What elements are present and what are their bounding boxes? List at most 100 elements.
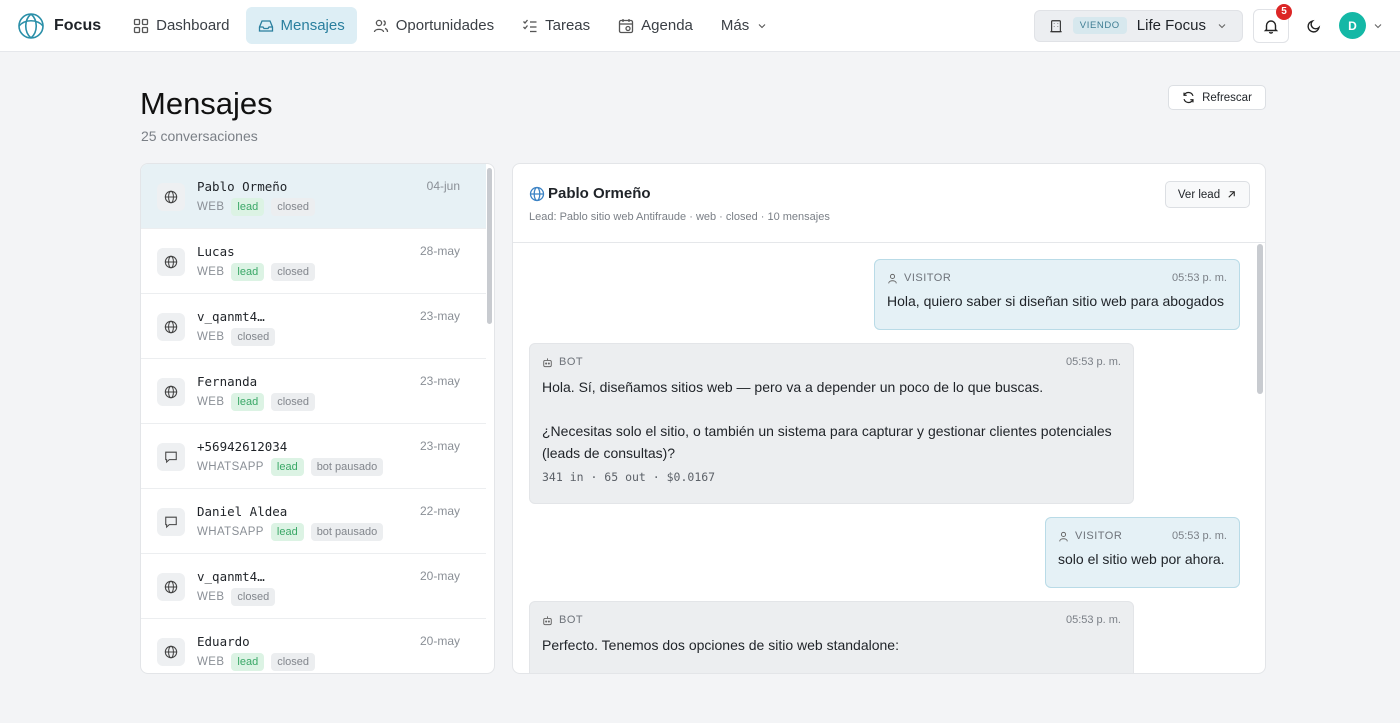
channel-label: WEB bbox=[197, 266, 225, 278]
notifications-button[interactable]: 5 bbox=[1253, 3, 1292, 43]
conversation-item[interactable]: v_qanmt4… WEB closed 23-may bbox=[141, 294, 486, 359]
bot-icon bbox=[543, 357, 552, 367]
status-tag: closed bbox=[271, 393, 315, 411]
conversation-item[interactable]: Fernanda WEB lead closed 23-may bbox=[141, 359, 486, 424]
nav-mensajes[interactable]: Mensajes bbox=[245, 7, 357, 44]
chat-icon bbox=[157, 443, 185, 471]
lead-tag: lead bbox=[231, 653, 265, 671]
channel-label: WEB bbox=[197, 591, 225, 603]
user-menu[interactable]: D bbox=[1339, 12, 1384, 39]
nav-agenda[interactable]: Agenda bbox=[606, 7, 705, 44]
focus-logo-icon bbox=[18, 12, 44, 39]
workspace-selector[interactable]: VIENDO Life Focus bbox=[1033, 9, 1243, 42]
nav-mas-label: Más bbox=[720, 17, 750, 34]
conversation-list-panel: Pablo Ormeño WEB lead closed 04-jun Luca… bbox=[140, 163, 495, 674]
external-arrow-icon bbox=[1228, 191, 1235, 198]
workspace-name: Life Focus bbox=[1136, 17, 1206, 34]
lead-tag: lead bbox=[231, 198, 265, 216]
message-bot: BOT 05:53 p. m. Hola. Sí, diseñamos siti… bbox=[529, 343, 1134, 504]
message-time: 05:53 p. m. bbox=[1171, 272, 1227, 284]
calendar-icon bbox=[619, 18, 634, 33]
conversation-item[interactable]: Pablo Ormeño WEB lead closed 04-jun bbox=[141, 164, 486, 229]
message-text: Perfecto. Tenemos dos opciones de sitio … bbox=[542, 637, 899, 653]
chat-title: Pablo Ormeño bbox=[529, 185, 651, 202]
conversation-date: 23-may bbox=[419, 309, 460, 323]
conversation-date: 23-may bbox=[419, 374, 460, 388]
viewing-badge: VIENDO bbox=[1072, 17, 1127, 34]
message-role: VISITOR bbox=[1075, 530, 1123, 542]
nav-mas[interactable]: Más bbox=[709, 7, 780, 44]
channel-label: WEB bbox=[197, 656, 225, 668]
view-lead-label: Ver lead bbox=[1177, 188, 1221, 201]
conversation-list-scrollbar[interactable] bbox=[487, 168, 492, 324]
main-nav: Dashboard Mensajes Oportunidades Tareas … bbox=[121, 7, 780, 44]
nav-oportunidades[interactable]: Oportunidades bbox=[361, 7, 506, 44]
channel-label: WEB bbox=[197, 201, 225, 213]
conversation-item[interactable]: +56942612034 WHATSAPP lead bot pausado 2… bbox=[141, 424, 486, 489]
lead-tag: lead bbox=[270, 458, 304, 476]
conversation-date: 20-may bbox=[419, 569, 460, 583]
view-lead-button[interactable]: Ver lead bbox=[1165, 181, 1250, 208]
message-time: 05:53 p. m. bbox=[1065, 356, 1121, 368]
chevron-down-icon bbox=[1218, 23, 1226, 28]
bell-icon bbox=[1263, 19, 1279, 34]
conversation-date: 28-may bbox=[419, 244, 460, 258]
top-navbar: Focus Dashboard Mensajes Oportunidades T… bbox=[0, 0, 1400, 52]
chat-contact-name: Pablo Ormeño bbox=[548, 185, 651, 202]
status-tag: bot pausado bbox=[310, 458, 384, 476]
brand-name: Focus bbox=[54, 16, 102, 34]
conversation-item[interactable]: Eduardo WEB lead closed 20-may bbox=[141, 619, 486, 673]
chat-icon bbox=[157, 508, 185, 536]
status-tag: closed bbox=[231, 588, 276, 606]
nav-tareas-label: Tareas bbox=[545, 17, 591, 34]
message-bot: BOT 05:53 p. m. Perfecto. Tenemos dos op… bbox=[529, 601, 1134, 673]
globe-icon bbox=[157, 183, 185, 211]
nav-oportunidades-label: Oportunidades bbox=[395, 17, 495, 34]
refresh-button[interactable]: Refrescar bbox=[1168, 85, 1266, 110]
message-role: VISITOR bbox=[904, 272, 952, 284]
conversation-count: 25 conversaciones bbox=[141, 128, 258, 144]
globe-icon bbox=[157, 378, 185, 406]
message-visitor: VISITOR 05:53 p. m. solo el sitio web po… bbox=[1045, 517, 1240, 588]
notification-count-badge: 5 bbox=[1276, 3, 1292, 20]
avatar: D bbox=[1339, 12, 1366, 39]
globe-icon bbox=[157, 313, 185, 341]
token-usage: 341 in · 65 out · $0.0167 bbox=[542, 470, 716, 484]
brand[interactable]: Focus bbox=[16, 11, 101, 41]
chevron-down-icon bbox=[758, 23, 766, 28]
nav-tareas[interactable]: Tareas bbox=[510, 7, 602, 44]
chat-scrollbar[interactable] bbox=[1257, 244, 1263, 394]
message-time: 05:53 p. m. bbox=[1171, 530, 1227, 542]
conversation-date: 20-may bbox=[419, 634, 460, 648]
lead-tag: lead bbox=[231, 263, 265, 281]
conversation-item[interactable]: Daniel Aldea WHATSAPP lead bot pausado 2… bbox=[141, 489, 486, 554]
page-title: Mensajes bbox=[140, 86, 273, 121]
message-time: 05:53 p. m. bbox=[1065, 614, 1121, 626]
lead-tag: lead bbox=[231, 393, 265, 411]
conversation-list: Pablo Ormeño WEB lead closed 04-jun Luca… bbox=[141, 164, 486, 673]
channel-label: WHATSAPP bbox=[197, 461, 264, 473]
globe-icon bbox=[157, 573, 185, 601]
globe-icon bbox=[157, 638, 185, 666]
message-visitor: VISITOR 05:53 p. m. Hola, quiero saber s… bbox=[874, 259, 1240, 330]
channel-label: WEB bbox=[197, 396, 225, 408]
message-text: solo el sitio web por ahora. bbox=[1058, 551, 1225, 567]
chat-messages: VISITOR 05:53 p. m. Hola, quiero saber s… bbox=[513, 244, 1258, 673]
inbox-icon bbox=[258, 19, 273, 32]
status-tag: closed bbox=[271, 653, 315, 671]
theme-toggle-button[interactable] bbox=[1299, 11, 1329, 41]
refresh-icon bbox=[1183, 91, 1194, 104]
nav-dashboard[interactable]: Dashboard bbox=[121, 7, 241, 44]
status-tag: closed bbox=[231, 328, 276, 346]
chat-panel: Pablo Ormeño Lead: Pablo sitio web Antif… bbox=[512, 163, 1266, 674]
status-tag: bot pausado bbox=[310, 523, 384, 541]
conversation-item[interactable]: Lucas WEB lead closed 28-may bbox=[141, 229, 486, 294]
lead-tag: lead bbox=[270, 523, 304, 541]
refresh-label: Refrescar bbox=[1202, 91, 1252, 104]
globe-icon bbox=[529, 186, 545, 201]
message-role: BOT bbox=[559, 614, 584, 626]
message-role: BOT bbox=[559, 356, 584, 368]
message-text: Hola. Sí, diseñamos sitios web — pero va… bbox=[542, 379, 1112, 461]
conversation-item[interactable]: v_qanmt4… WEB closed 20-may bbox=[141, 554, 486, 619]
globe-icon bbox=[157, 248, 185, 276]
